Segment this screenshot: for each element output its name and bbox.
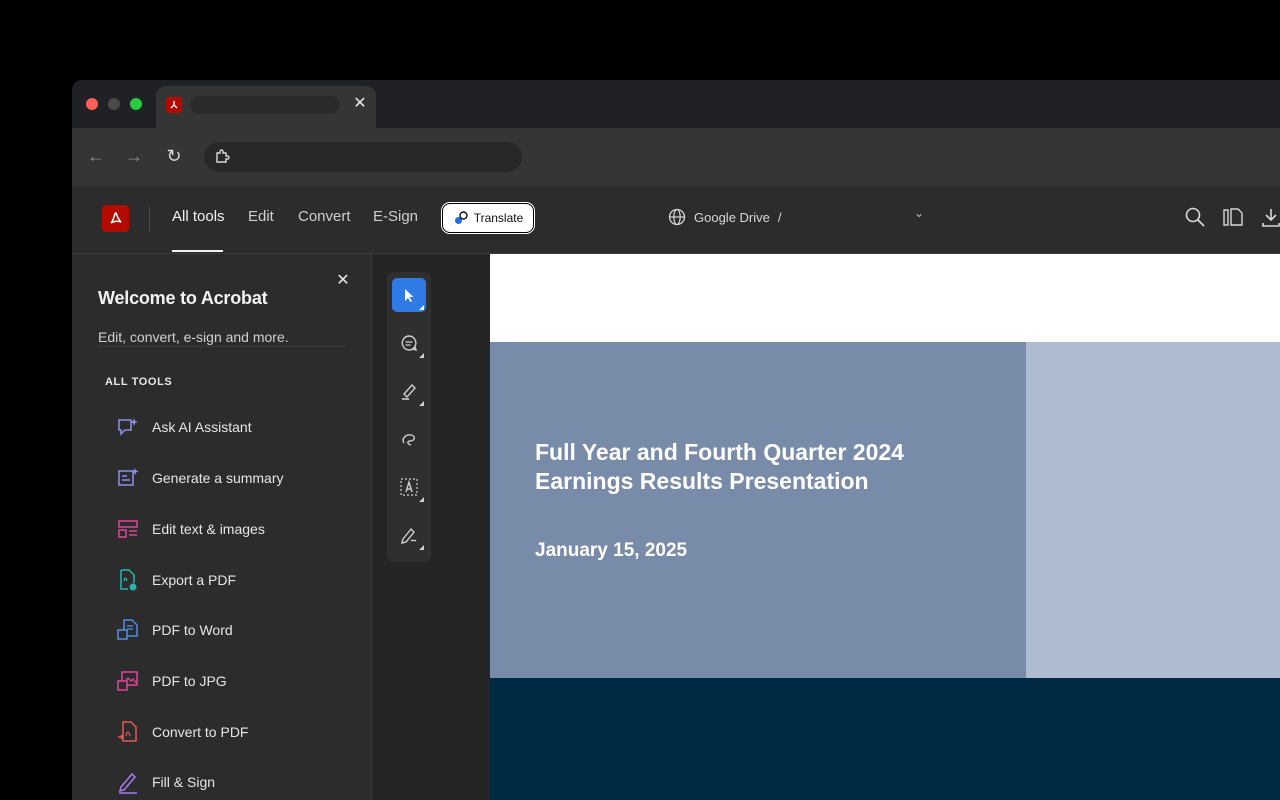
window-close-button[interactable] xyxy=(86,98,98,110)
extension-icon[interactable] xyxy=(214,149,230,165)
tool-fill-sign[interactable]: Fill & Sign xyxy=(116,767,356,797)
all-tools-panel: Welcome to Acrobat ✕ Edit, convert, e-si… xyxy=(72,254,372,800)
nav-edit[interactable]: Edit xyxy=(248,208,274,225)
address-bar[interactable] xyxy=(204,142,522,172)
back-button[interactable]: ← xyxy=(85,145,107,167)
edit-text-icon xyxy=(118,520,138,538)
highlight-tool-button[interactable] xyxy=(392,374,426,408)
tool-export-pdf[interactable]: Export a PDF xyxy=(116,565,356,595)
browser-tab[interactable]: ✕ xyxy=(156,86,376,128)
draw-icon xyxy=(402,434,415,446)
text-box-icon xyxy=(400,478,418,496)
nav-convert[interactable]: Convert xyxy=(298,208,351,225)
panel-subtitle: Edit, convert, e-sign and more. xyxy=(98,329,289,345)
slide-side-block xyxy=(1026,342,1280,678)
slide-footer-band xyxy=(490,678,1280,800)
section-heading: ALL TOOLS xyxy=(105,376,173,388)
translate-icon xyxy=(454,211,468,224)
slide-title-line-2: Earnings Results Presentation xyxy=(535,468,869,494)
tool-edit-text-images[interactable]: Edit text & images xyxy=(116,514,356,544)
browser-toolbar: ← → ↻ xyxy=(72,128,1280,187)
chevron-down-icon[interactable]: ⌄ xyxy=(914,206,924,220)
quick-tools-bar xyxy=(387,272,431,562)
acrobat-logo-icon[interactable] xyxy=(102,205,129,232)
nav-e-sign[interactable]: E-Sign xyxy=(373,208,418,225)
tool-pdf-to-word[interactable]: PDF to Word xyxy=(116,615,356,645)
translate-button[interactable]: Translate xyxy=(442,203,534,233)
draw-tool-button[interactable] xyxy=(392,422,426,456)
sign-icon xyxy=(401,527,417,544)
close-icon[interactable]: ✕ xyxy=(334,272,352,290)
pdf-page: Full Year and Fourth Quarter 2024 Earnin… xyxy=(490,254,1280,800)
panel-divider xyxy=(98,346,346,347)
ai-assistant-icon xyxy=(118,418,138,436)
highlight-icon xyxy=(402,383,416,400)
convert-to-pdf-icon xyxy=(118,721,137,742)
download-icon[interactable] xyxy=(1260,206,1280,228)
comment-tool-button[interactable] xyxy=(392,326,426,360)
fill-sign-icon xyxy=(118,772,137,794)
tab-close-icon[interactable]: ✕ xyxy=(350,94,370,114)
nav-active-indicator xyxy=(172,250,223,252)
quick-tools-strip xyxy=(372,254,490,800)
location-breadcrumb[interactable]: Google Drive / xyxy=(668,208,782,226)
select-icon xyxy=(405,289,414,302)
export-pdf-icon xyxy=(120,569,137,591)
pdf-to-word-icon xyxy=(117,619,138,640)
tool-pdf-to-jpg[interactable]: PDF to JPG xyxy=(116,666,356,696)
panel-title: Welcome to Acrobat xyxy=(98,288,268,308)
acrobat-header: All tools Edit Convert E-Sign Translate … xyxy=(72,186,1280,254)
pdf-to-jpg-icon xyxy=(117,671,138,691)
window-maximize-button[interactable] xyxy=(130,98,142,110)
location-separator: / xyxy=(777,209,782,225)
page-thumbnails-icon[interactable] xyxy=(1222,206,1244,228)
text-box-tool-button[interactable] xyxy=(392,470,426,504)
globe-icon xyxy=(668,208,686,226)
tool-ask-ai-assistant[interactable]: Ask AI Assistant xyxy=(116,412,356,442)
tab-strip: ✕ xyxy=(72,80,1280,128)
nav-all-tools[interactable]: All tools xyxy=(172,208,225,225)
tab-title xyxy=(190,96,340,114)
tool-generate-summary[interactable]: Generate a summary xyxy=(116,463,356,493)
translate-label: Translate xyxy=(473,211,524,225)
header-divider xyxy=(149,206,150,232)
slide-title-block: Full Year and Fourth Quarter 2024 Earnin… xyxy=(490,342,1026,678)
comment-icon xyxy=(401,335,418,352)
location-name: Google Drive xyxy=(694,209,770,225)
slide-title: Full Year and Fourth Quarter 2024 Earnin… xyxy=(535,438,904,496)
window-minimize-button[interactable] xyxy=(108,98,120,110)
tool-convert-to-pdf[interactable]: Convert to PDF xyxy=(116,717,356,747)
sign-tool-button[interactable] xyxy=(392,518,426,552)
slide-date: January 15, 2025 xyxy=(535,540,688,561)
reload-button[interactable]: ↻ xyxy=(163,145,185,167)
browser-window: ✕ ← → ↻ All tools Edit Convert E-Sign Tr… xyxy=(72,80,1280,800)
select-tool-button[interactable] xyxy=(392,278,426,312)
acrobat-favicon-icon xyxy=(166,97,182,113)
slide-title-line-1: Full Year and Fourth Quarter 2024 xyxy=(535,439,904,465)
forward-button[interactable]: → xyxy=(123,145,145,167)
summary-icon xyxy=(118,468,139,486)
search-icon[interactable] xyxy=(1184,206,1206,228)
